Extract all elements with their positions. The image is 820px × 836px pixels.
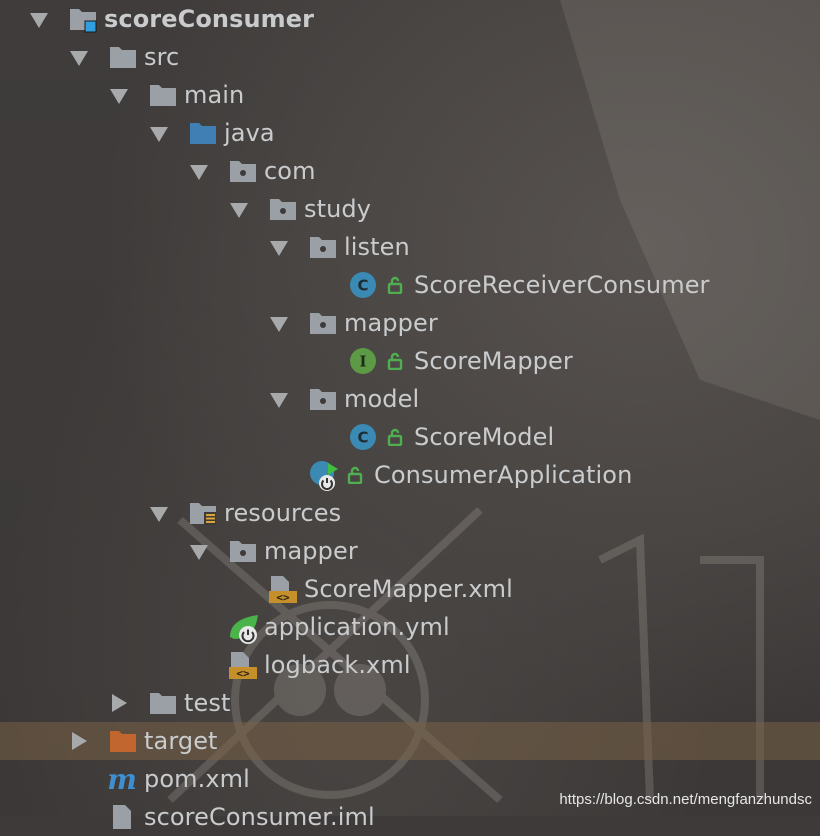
tree-row-label: target xyxy=(144,727,218,755)
svg-text:<>: <> xyxy=(236,667,250,680)
tree-row[interactable]: C ScoreModel xyxy=(0,418,820,456)
maven-icon: m xyxy=(107,763,138,796)
tree-row-label: model xyxy=(344,385,420,413)
package-icon xyxy=(228,157,258,185)
tree-row-label: ScoreMapper xyxy=(414,347,573,375)
tree-row[interactable]: java xyxy=(0,114,820,152)
expand-arrow-icon[interactable] xyxy=(150,507,168,522)
tree-row-label: ScoreModel xyxy=(414,423,555,451)
tree-row[interactable]: <> ScoreMapper.xml xyxy=(0,570,820,608)
tree-row-label: ScoreMapper.xml xyxy=(304,575,513,603)
access-lock-icon xyxy=(386,352,404,371)
tree-row-label: java xyxy=(224,119,275,147)
tree-row[interactable]: ConsumerApplication xyxy=(0,456,820,494)
tree-row-label: logback.xml xyxy=(264,651,411,679)
folder-icon xyxy=(148,81,178,109)
expand-arrow-icon[interactable] xyxy=(110,89,128,104)
tree-row[interactable]: <> logback.xml xyxy=(0,646,820,684)
folder-icon xyxy=(148,689,178,717)
tree-row[interactable]: I ScoreMapper xyxy=(0,342,820,380)
tree-row[interactable]: test xyxy=(0,684,820,722)
expand-arrow-icon[interactable] xyxy=(70,51,88,66)
tree-row-label: scoreConsumer xyxy=(104,5,315,33)
tree-row-label: main xyxy=(184,81,245,109)
class-icon: C xyxy=(348,271,378,299)
package-icon xyxy=(308,309,338,337)
tree-row[interactable]: mapper xyxy=(0,304,820,342)
expand-arrow-icon[interactable] xyxy=(270,241,288,256)
svg-text:<>: <> xyxy=(276,591,290,604)
excluded-folder-icon xyxy=(108,727,138,755)
access-lock-icon xyxy=(386,276,404,295)
tree-row-label: com xyxy=(264,157,316,185)
expand-arrow-icon[interactable] xyxy=(270,393,288,408)
tree-row-label: resources xyxy=(224,499,342,527)
tree-row[interactable]: scoreConsumer xyxy=(0,0,820,38)
svg-text:C: C xyxy=(357,429,368,447)
expand-arrow-icon[interactable] xyxy=(230,203,248,218)
xml-file-icon: <> xyxy=(228,651,258,680)
tree-row-label: mapper xyxy=(264,537,358,565)
tree-row[interactable]: com xyxy=(0,152,820,190)
collapse-arrow-icon[interactable] xyxy=(72,732,87,750)
tree-row-label: pom.xml xyxy=(144,765,250,793)
tree-row-label: src xyxy=(144,43,180,71)
package-icon xyxy=(268,195,298,223)
svg-text:I: I xyxy=(359,353,366,371)
expand-arrow-icon[interactable] xyxy=(30,13,48,28)
watermark-text: https://blog.csdn.net/mengfanzhundsc xyxy=(559,791,812,808)
access-lock-icon xyxy=(346,466,364,485)
svg-text:m: m xyxy=(108,765,137,793)
package-icon xyxy=(308,385,338,413)
tree-row[interactable]: main xyxy=(0,76,820,114)
tree-row[interactable]: resources xyxy=(0,494,820,532)
tree-row[interactable]: listen xyxy=(0,228,820,266)
tree-row[interactable]: src xyxy=(0,38,820,76)
spring-boot-class-icon xyxy=(308,459,338,491)
resources-folder-icon xyxy=(188,499,218,527)
access-lock-icon xyxy=(386,428,404,447)
tree-row-label: study xyxy=(304,195,372,223)
tree-row[interactable]: mapper xyxy=(0,532,820,570)
tree-row[interactable]: target xyxy=(0,722,820,760)
expand-arrow-icon[interactable] xyxy=(270,317,288,332)
expand-arrow-icon[interactable] xyxy=(190,165,208,180)
tree-row-label: listen xyxy=(344,233,410,261)
class-icon: C xyxy=(348,423,378,451)
spring-yml-icon xyxy=(228,613,258,644)
tree-row-label: mapper xyxy=(344,309,438,337)
tree-row[interactable]: application.yml xyxy=(0,608,820,646)
module-folder-icon xyxy=(68,5,98,33)
tree-row[interactable]: C ScoreReceiverConsumer xyxy=(0,266,820,304)
tree-row[interactable]: model xyxy=(0,380,820,418)
collapse-arrow-icon[interactable] xyxy=(112,694,127,712)
tree-row-label: ConsumerApplication xyxy=(374,461,633,489)
package-icon xyxy=(308,233,338,261)
xml-file-icon: <> xyxy=(268,575,298,604)
tree-row-label: scoreConsumer.iml xyxy=(144,803,375,831)
expand-arrow-icon[interactable] xyxy=(190,545,208,560)
expand-arrow-icon[interactable] xyxy=(150,127,168,142)
source-root-folder-icon xyxy=(188,119,218,147)
tree-row-label: application.yml xyxy=(264,613,450,641)
interface-icon: I xyxy=(348,347,378,375)
svg-text:C: C xyxy=(357,277,368,295)
tree-row-label: test xyxy=(184,689,231,717)
tree-row-label: ScoreReceiverConsumer xyxy=(414,271,710,299)
tree-row[interactable]: study xyxy=(0,190,820,228)
folder-icon xyxy=(108,43,138,71)
iml-file-icon xyxy=(108,803,138,831)
package-icon xyxy=(228,537,258,565)
